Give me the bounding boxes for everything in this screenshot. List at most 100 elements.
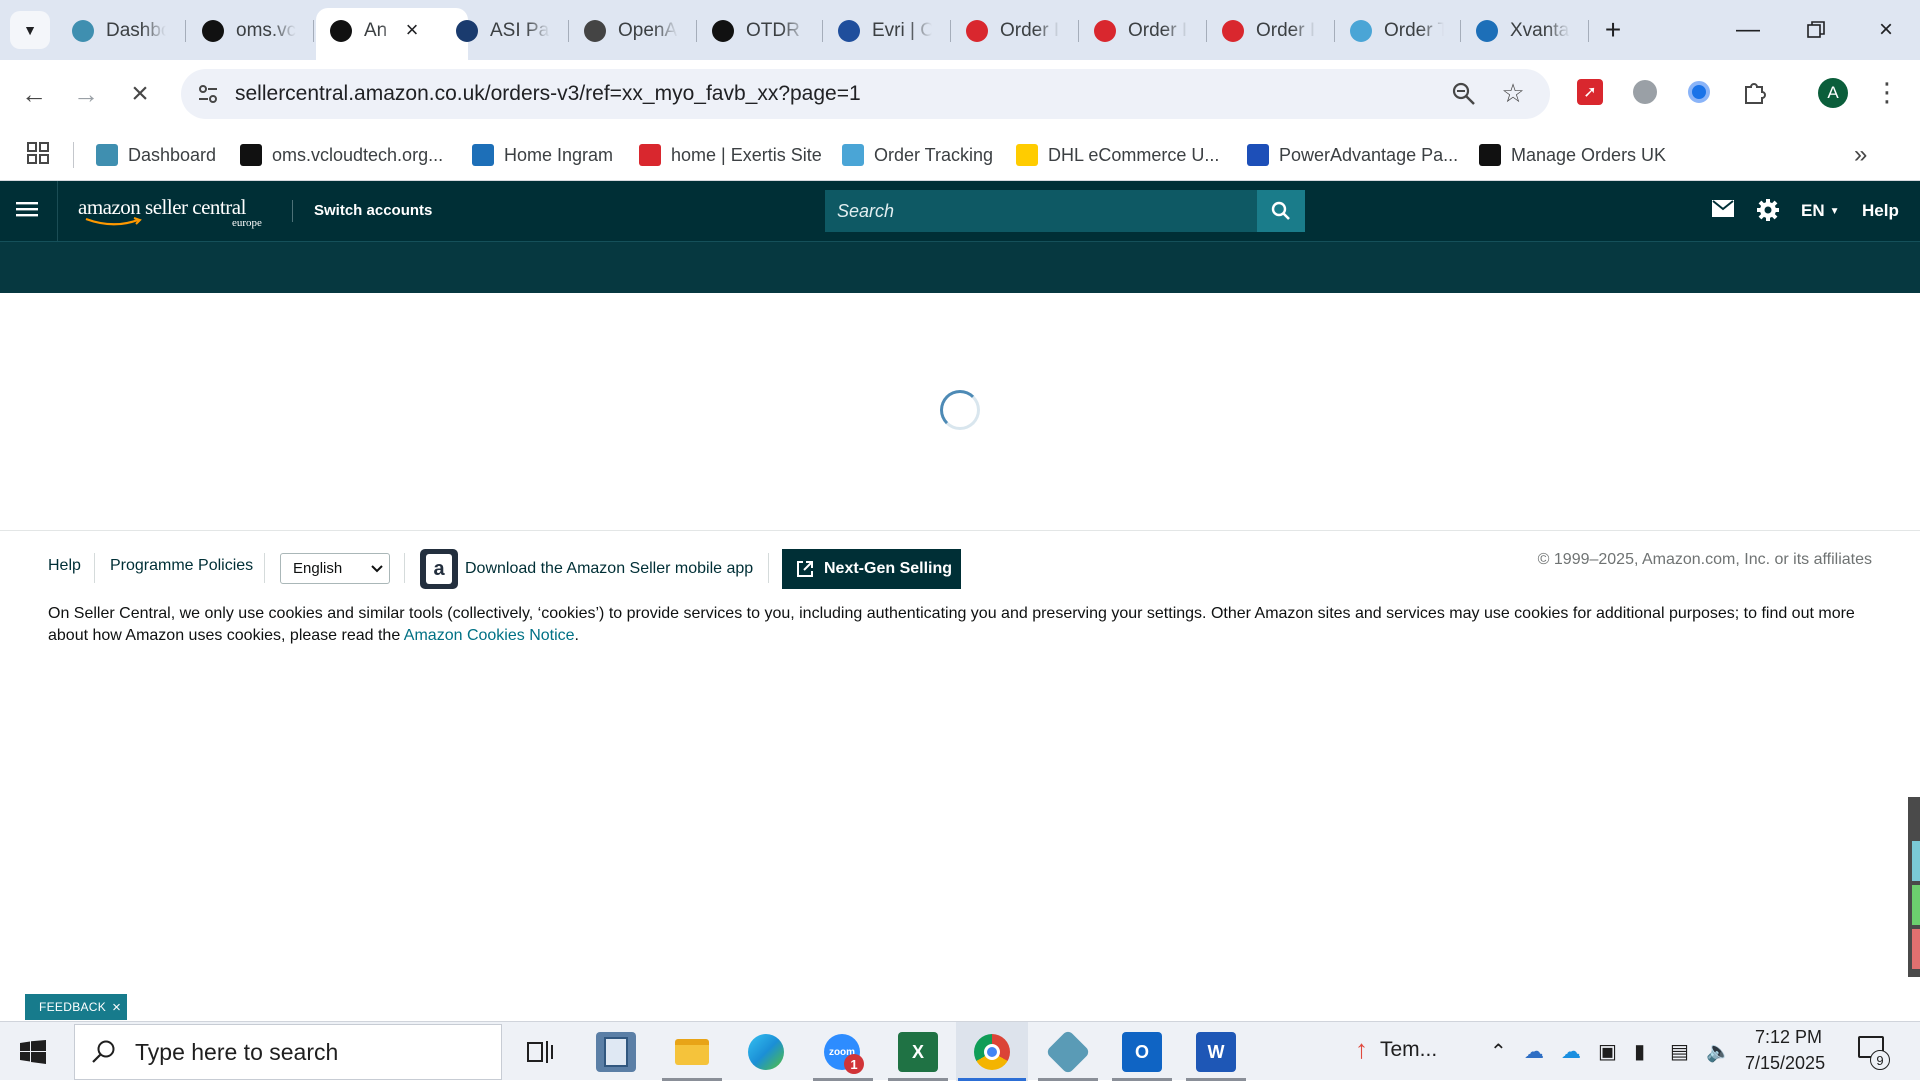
battery-icon[interactable]: ▮ [1634,1039,1645,1064]
feedback-button[interactable]: FEEDBACK × [25,994,127,1020]
profile-initial: A [1827,83,1839,102]
active-tab-close-button[interactable]: × [400,17,424,42]
extension-blue-button[interactable] [1684,77,1714,107]
site-info-button[interactable] [195,81,221,107]
apps-button[interactable] [26,141,52,167]
back-button[interactable]: ← [14,74,54,114]
dhl-favicon-icon [1016,144,1038,166]
weather-widget[interactable]: ↑ Tem... [1355,1034,1437,1065]
extension-pdf-button[interactable]: ➚ [1575,77,1605,107]
security-alert-icon[interactable]: ▣ [1598,1039,1617,1064]
new-tab-button[interactable]: + [1598,14,1628,45]
hamburger-menu-button[interactable] [16,199,40,223]
openai-favicon-icon [584,20,606,42]
address-bar[interactable]: sellercentral.amazon.co.uk/orders-v3/ref… [181,69,1550,119]
browser-tab[interactable]: Order I [966,12,1060,50]
amazon-cookies-notice-link[interactable]: Amazon Cookies Notice [404,627,575,644]
settings-button[interactable] [1756,198,1780,222]
hexagon-app-icon [1045,1029,1091,1075]
bookmark-item[interactable]: DHL eCommerce U... [1016,142,1219,168]
extensions-button[interactable] [1740,77,1770,107]
bookmark-star-button[interactable]: ☆ [1499,79,1527,107]
seller-central-header: amazon seller central europe Switch acco… [0,181,1920,241]
taskbar-zoom[interactable]: zoom 1 [822,1032,864,1074]
browser-tab[interactable]: An [330,12,394,50]
browser-tab[interactable]: Evri | Cl [838,12,932,50]
taskbar-word[interactable]: W [1196,1032,1236,1072]
browser-tab[interactable]: oms.vc [202,12,296,50]
chevron-double-right-icon: » [1854,141,1868,168]
taskbar-chrome[interactable] [972,1032,1012,1072]
seller-central-logo[interactable]: amazon seller central europe [78,195,278,231]
tab-search-button[interactable]: ▼ [10,11,50,49]
close-icon: × [131,77,149,110]
browser-tab[interactable]: Xvanta [1476,12,1570,50]
minimize-button[interactable]: — [1728,12,1768,48]
url-text[interactable]: sellercentral.amazon.co.uk/orders-v3/ref… [235,82,861,106]
bookmark-item[interactable]: Dashboard [96,142,216,168]
taskbar-search-box[interactable]: Type here to search [74,1024,502,1080]
close-icon: × [1878,16,1893,43]
browser-tab[interactable]: Order I [1094,12,1188,50]
close-window-button[interactable]: × [1866,12,1906,48]
messages-button[interactable] [1712,200,1736,222]
seller-search-input[interactable] [825,190,1257,232]
start-button[interactable] [20,1040,46,1066]
next-gen-selling-button[interactable]: Next-Gen Selling [782,549,961,589]
network-icon[interactable]: ▤ [1670,1039,1689,1064]
extension-globe-button[interactable] [1630,77,1660,107]
notification-center-button[interactable]: 9 [1858,1036,1890,1070]
browser-tab[interactable]: Order T [1350,12,1444,50]
bookmark-item[interactable]: PowerAdvantage Pa... [1247,142,1458,168]
bookmark-item[interactable]: Order Tracking [842,142,993,168]
volume-icon[interactable]: 🔈 [1706,1039,1731,1064]
browser-tab[interactable]: OTDR ( [712,12,806,50]
taskbar-file-explorer[interactable] [672,1032,712,1072]
footer-help-link[interactable]: Help [48,557,81,575]
stop-loading-button[interactable]: × [120,74,160,114]
bookmark-item[interactable]: Manage Orders UK [1479,142,1666,168]
restore-button[interactable] [1796,12,1836,48]
more-vertical-icon: ⋮ [1874,76,1900,107]
browser-tab[interactable]: Dashbo [72,12,166,50]
programme-policies-link[interactable]: Programme Policies [110,557,253,575]
switch-accounts-link[interactable]: Switch accounts [314,202,432,219]
mobile-app-text: Download the Amazon Seller mobile app [465,560,754,577]
show-hidden-icons-button[interactable]: ⌃ [1490,1039,1507,1064]
chevron-down-icon [371,565,383,573]
profile-avatar[interactable]: A [1818,78,1848,108]
search-icon [92,1040,115,1063]
help-link[interactable]: Help [1862,201,1899,221]
feedback-close-icon[interactable]: × [112,999,121,1016]
exertis-favicon-icon [1094,20,1116,42]
browser-tab[interactable]: ASI Par [456,12,550,50]
bookmark-item[interactable]: home | Exertis Site [639,142,822,168]
tab-separator [313,20,314,42]
browser-tab[interactable]: OpenA [584,12,678,50]
taskbar-outlook[interactable]: O [1122,1032,1162,1072]
bookmark-item[interactable]: oms.vcloudtech.org... [240,142,443,168]
task-view-icon [527,1041,553,1063]
mobile-app-link[interactable]: a Download the Amazon Seller mobile app [420,549,753,589]
language-select[interactable]: English [280,553,390,584]
side-panel-handle[interactable] [1908,797,1920,977]
search-button[interactable] [1257,190,1305,232]
taskbar-calculator[interactable] [596,1032,636,1072]
taskbar-excel[interactable]: X [898,1032,938,1072]
more-bookmarks-button[interactable]: » [1854,141,1867,169]
browser-tab[interactable]: Order I [1222,12,1316,50]
language-menu-button[interactable]: EN ▼ [1801,201,1840,221]
browser-menu-button[interactable]: ⋮ [1872,77,1902,107]
cookie-notice: On Seller Central, we only use cookies a… [48,603,1878,647]
zoom-button[interactable] [1451,81,1477,107]
onedrive-icon[interactable]: ☁ [1524,1039,1544,1064]
task-view-button[interactable] [520,1032,560,1072]
forward-button[interactable]: → [66,74,106,114]
taskbar-dashboard-app[interactable] [1045,1029,1091,1075]
bookmark-item[interactable]: Home Ingram [472,142,613,168]
clock-date[interactable]: 7/15/2025 [1745,1053,1825,1074]
tab-separator [1334,20,1335,42]
clock-time[interactable]: 7:12 PM [1755,1027,1822,1048]
onedrive-personal-icon[interactable]: ☁ [1561,1039,1581,1064]
taskbar-edge[interactable] [746,1032,786,1072]
